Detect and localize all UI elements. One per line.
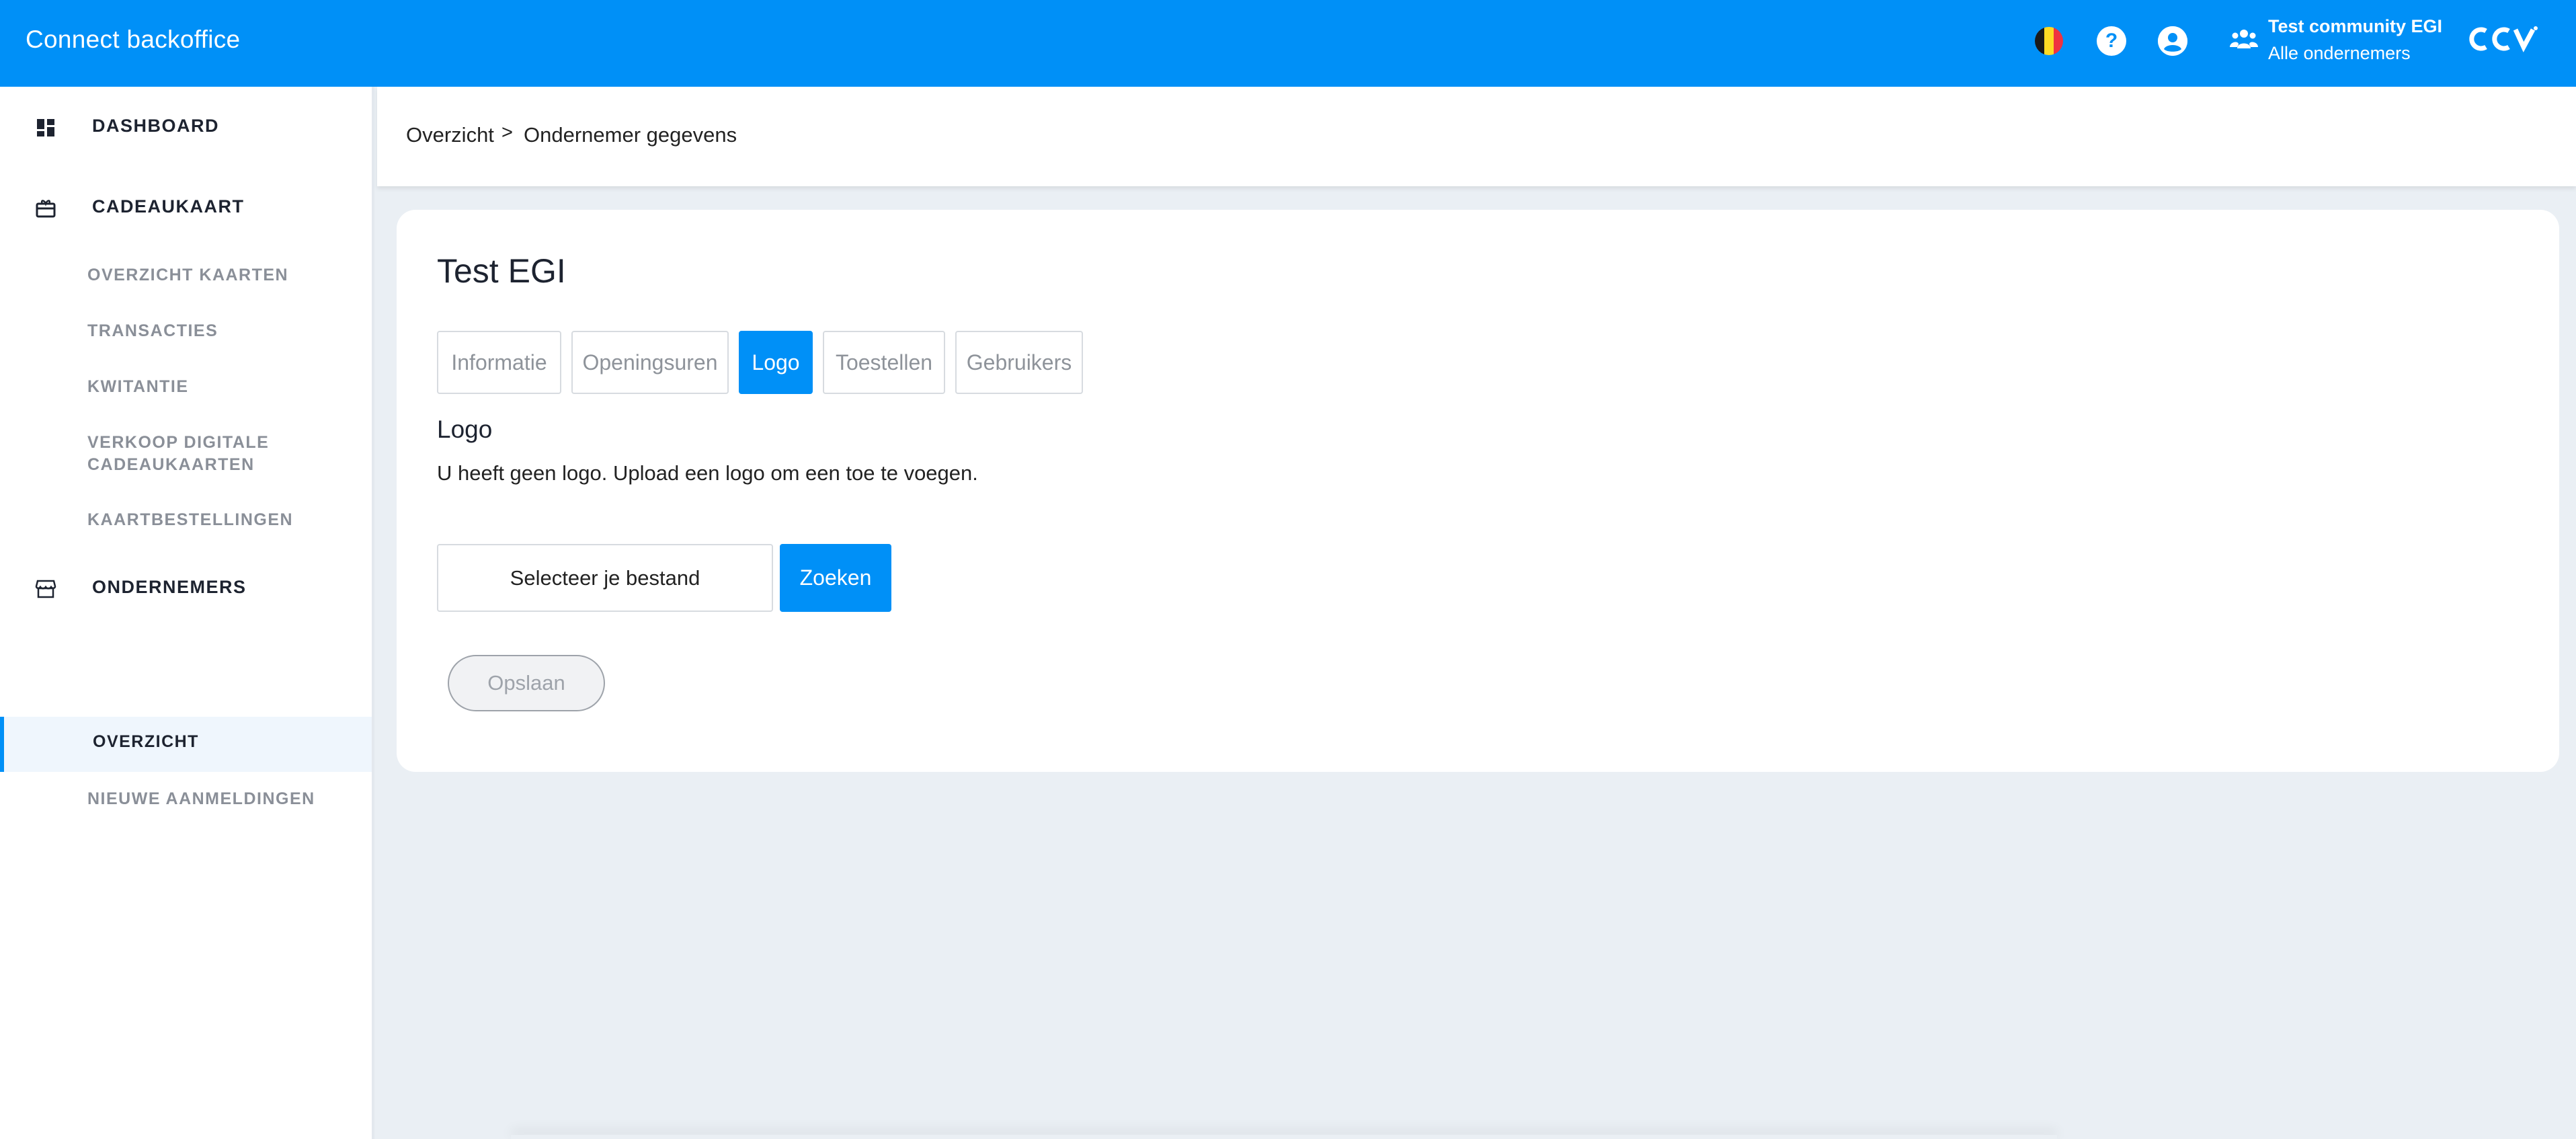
brand-logo [2466, 24, 2540, 61]
sidebar: DASHBOARD CADEAUKAART OVERZICHT KAARTEN … [0, 87, 374, 1139]
sidebar-item-ondernemers[interactable]: ONDERNEMERS [0, 567, 372, 608]
breadcrumb-separator: > [501, 122, 513, 143]
top-bar: Connect backoffice ? Test community EGI … [0, 0, 2576, 87]
sidebar-item-cadeaukaart[interactable]: CADEAUKAART [0, 187, 372, 227]
breadcrumb-current: Ondernemer gegevens [524, 123, 737, 147]
sidebar-item-overzicht[interactable]: OVERZICHT [93, 732, 199, 752]
tab-informatie[interactable]: Informatie [437, 331, 561, 394]
tab-toestellen[interactable]: Toestellen [823, 331, 945, 394]
account-icon[interactable] [2158, 26, 2187, 56]
sidebar-item-dashboard[interactable]: DASHBOARD [0, 106, 372, 147]
sidebar-item-transacties[interactable]: TRANSACTIES [87, 320, 218, 342]
search-button[interactable]: Zoeken [780, 544, 891, 612]
merchant-card: Test EGI Informatie Openingsuren Logo To… [397, 210, 2559, 772]
save-button[interactable]: Opslaan [448, 655, 605, 711]
breadcrumb: Overzicht > Ondernemer gegevens [377, 87, 2576, 186]
sidebar-item-kaartbestellingen[interactable]: KAARTBESTELLINGEN [87, 509, 293, 531]
app-title[interactable]: Connect backoffice [26, 26, 240, 54]
sidebar-item-verkoop-digitale-cadeaukaarten[interactable]: VERKOOP DIGITALE CADEAUKAARTEN [87, 432, 269, 476]
help-icon[interactable]: ? [2097, 26, 2126, 56]
file-select-input[interactable]: Selecteer je bestand [437, 544, 773, 612]
sidebar-item-label: ONDERNEMERS [92, 577, 247, 597]
section-title: Logo [437, 416, 493, 443]
page-title: Test EGI [437, 252, 566, 290]
logo-empty-message: U heeft geen logo. Upload een logo om ee… [437, 461, 978, 485]
sidebar-item-overzicht-kaarten[interactable]: OVERZICHT KAARTEN [87, 264, 288, 286]
sidebar-item-kwitantie[interactable]: KWITANTIE [87, 376, 189, 398]
sidebar-item-label: CADEAUKAART [92, 196, 245, 217]
gift-card-icon [36, 200, 56, 218]
sidebar-item-label: DASHBOARD [92, 116, 219, 136]
bottom-shadow [511, 1135, 2057, 1139]
tab-gebruikers[interactable]: Gebruikers [955, 331, 1083, 394]
dashboard-icon [37, 119, 54, 136]
tab-openingsuren[interactable]: Openingsuren [571, 331, 729, 394]
community-name[interactable]: Test community EGI [2268, 16, 2442, 37]
tab-logo[interactable]: Logo [739, 331, 813, 394]
store-icon [35, 580, 56, 598]
community-icon[interactable] [2229, 27, 2259, 54]
community-scope[interactable]: Alle ondernemers [2268, 43, 2411, 64]
breadcrumb-overzicht-link[interactable]: Overzicht [406, 123, 494, 147]
language-flag-icon[interactable] [2034, 26, 2064, 56]
sidebar-item-nieuwe-aanmeldingen[interactable]: NIEUWE AANMELDINGEN [87, 788, 315, 810]
